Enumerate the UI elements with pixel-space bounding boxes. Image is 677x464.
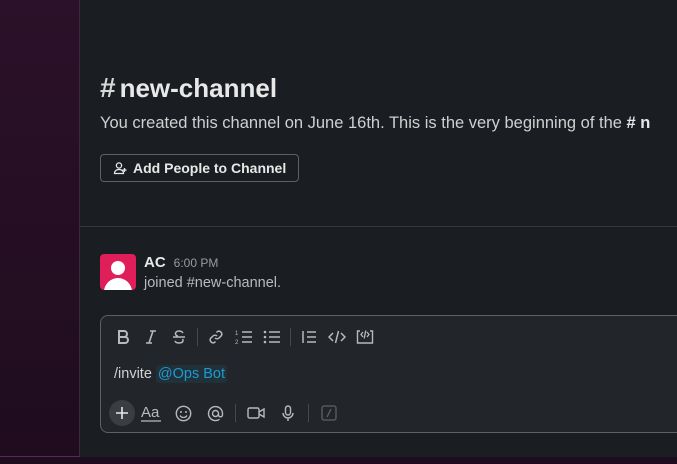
svg-text:Aa: Aa xyxy=(141,404,160,421)
bold-icon[interactable] xyxy=(109,326,137,348)
message-author[interactable]: AC xyxy=(144,254,166,271)
slash-command-icon[interactable] xyxy=(313,400,345,426)
ordered-list-icon[interactable]: 12 xyxy=(230,326,258,348)
video-icon[interactable] xyxy=(240,400,272,426)
intro-description: You created this channel on June 16th. T… xyxy=(100,114,627,132)
command-text: /invite xyxy=(114,366,156,382)
message-input[interactable]: /invite @Ops Bot xyxy=(114,365,228,383)
message-content: AC 6:00 PM joined #new-channel. xyxy=(144,254,281,291)
message-timestamp[interactable]: 6:00 PM xyxy=(174,256,219,270)
toolbar-separator xyxy=(308,404,309,422)
link-icon[interactable] xyxy=(202,326,230,348)
mention-ops-bot[interactable]: @Ops Bot xyxy=(155,365,228,383)
channel-intro: # new-channel You created this channel o… xyxy=(100,68,677,133)
text-format-icon[interactable]: Aa xyxy=(135,400,167,426)
emoji-icon[interactable] xyxy=(167,400,199,426)
toolbar-separator xyxy=(235,404,236,422)
microphone-icon[interactable] xyxy=(272,400,304,426)
message-composer[interactable]: 12 /invite @Ops Bot Aa xyxy=(100,315,677,433)
bottom-bar xyxy=(0,456,677,464)
message-text: joined #new-channel. xyxy=(144,275,282,291)
blockquote-icon[interactable] xyxy=(295,326,323,348)
italic-icon[interactable] xyxy=(137,326,165,348)
toolbar-separator xyxy=(197,328,198,346)
workspace-sidebar xyxy=(0,0,80,464)
channel-view: # new-channel You created this channel o… xyxy=(80,0,677,457)
add-person-icon xyxy=(113,161,127,175)
intro-channel-link[interactable]: # n xyxy=(627,114,651,132)
hash-icon: # xyxy=(100,72,116,103)
code-icon[interactable] xyxy=(323,326,351,348)
add-people-label: Add People to Channel xyxy=(133,160,287,176)
formatting-toolbar: 12 xyxy=(109,326,379,348)
strikethrough-icon[interactable] xyxy=(165,326,193,348)
channel-intro-text: You created this channel on June 16th. T… xyxy=(100,114,677,133)
divider xyxy=(80,226,677,227)
composer-actions: Aa xyxy=(109,400,345,426)
toolbar-separator xyxy=(290,328,291,346)
add-people-button[interactable]: Add People to Channel xyxy=(100,154,300,182)
svg-text:2: 2 xyxy=(235,340,239,345)
avatar[interactable] xyxy=(100,254,136,290)
code-block-icon[interactable] xyxy=(351,326,379,348)
channel-title: # new-channel xyxy=(100,68,677,108)
svg-text:1: 1 xyxy=(235,331,239,337)
mention-icon[interactable] xyxy=(199,400,231,426)
message-item: AC 6:00 PM joined #new-channel. xyxy=(100,254,677,291)
channel-name: new-channel xyxy=(119,72,278,103)
bulleted-list-icon[interactable] xyxy=(258,326,286,348)
plus-icon[interactable] xyxy=(109,400,135,426)
